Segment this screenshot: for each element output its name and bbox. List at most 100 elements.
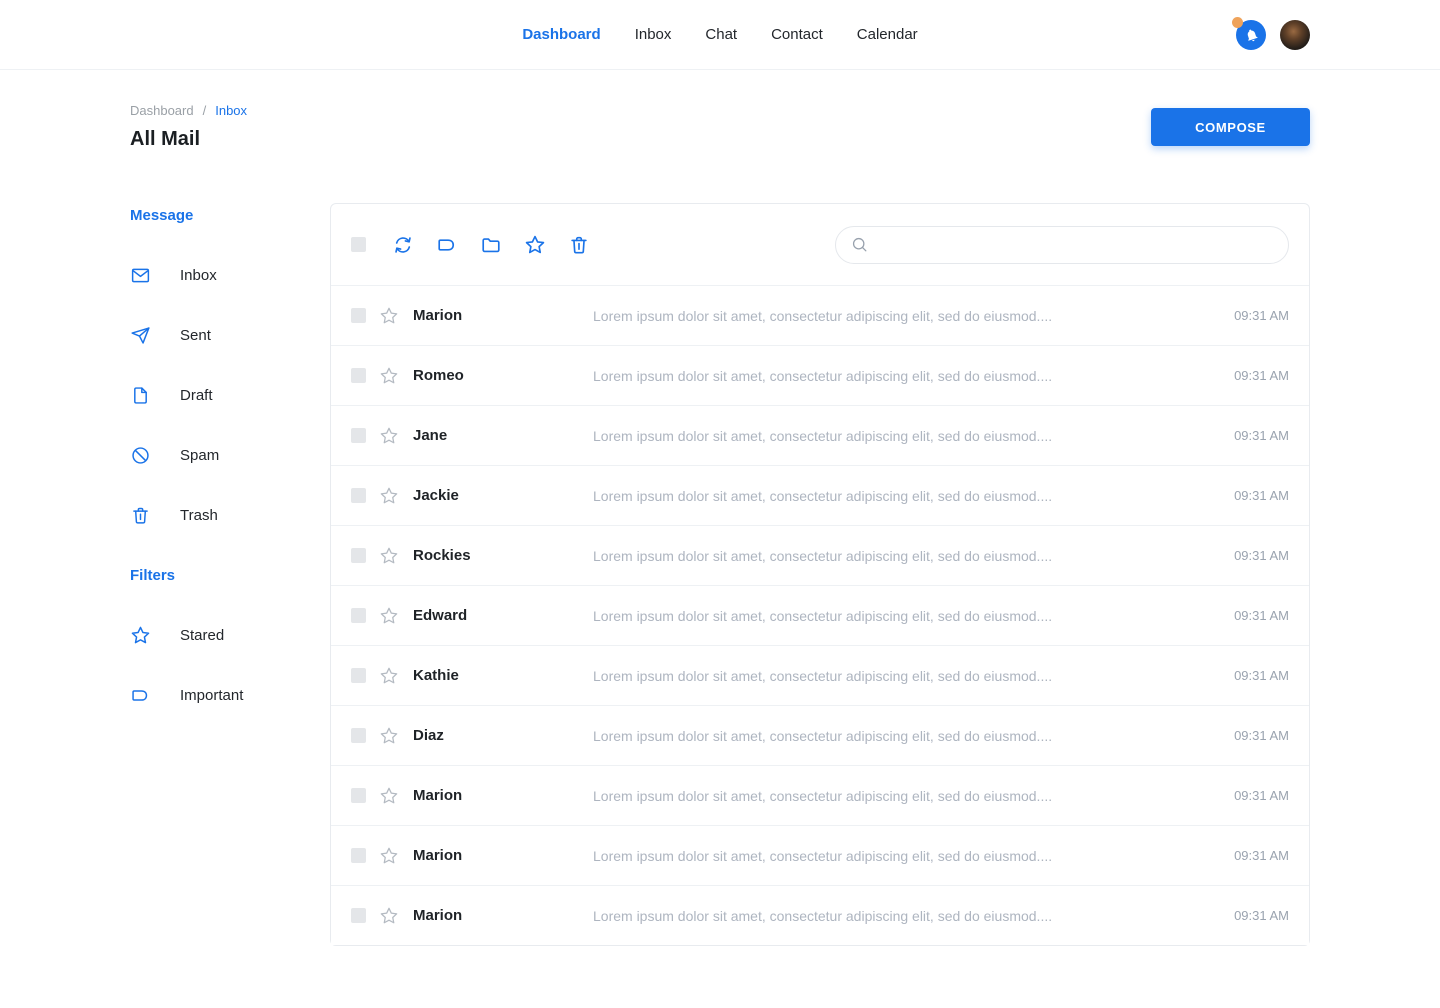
- toolbar-icons: [392, 234, 590, 256]
- message-preview: Lorem ipsum dolor sit amet, consectetur …: [593, 548, 1218, 564]
- mail-row[interactable]: Jackie Lorem ipsum dolor sit amet, conse…: [331, 465, 1309, 525]
- envelope-icon: [130, 265, 151, 286]
- mail-row[interactable]: Jane Lorem ipsum dolor sit amet, consect…: [331, 405, 1309, 465]
- sender-name: Jane: [413, 427, 593, 444]
- sender-name: Rockies: [413, 547, 593, 564]
- sidebar-item-sent[interactable]: Sent: [130, 323, 330, 347]
- message-time: 09:31 AM: [1234, 728, 1289, 743]
- sender-name: Marion: [413, 307, 593, 324]
- star-icon[interactable]: [379, 906, 399, 926]
- compose-button[interactable]: COMPOSE: [1151, 108, 1310, 146]
- nav-chat[interactable]: Chat: [705, 26, 737, 43]
- mail-row[interactable]: Romeo Lorem ipsum dolor sit amet, consec…: [331, 345, 1309, 405]
- sidebar-item-label: Inbox: [180, 267, 217, 284]
- message-preview: Lorem ipsum dolor sit amet, consectetur …: [593, 608, 1218, 624]
- trash-icon: [130, 505, 151, 526]
- star-icon[interactable]: [379, 426, 399, 446]
- sidebar: Message Inbox Sent Draft Spam: [130, 203, 330, 946]
- message-time: 09:31 AM: [1234, 848, 1289, 863]
- row-checkbox[interactable]: [351, 488, 366, 503]
- breadcrumb-dashboard[interactable]: Dashboard: [130, 103, 194, 118]
- message-preview: Lorem ipsum dolor sit amet, consectetur …: [593, 488, 1218, 504]
- row-checkbox[interactable]: [351, 668, 366, 683]
- sender-name: Romeo: [413, 367, 593, 384]
- sidebar-item-trash[interactable]: Trash: [130, 503, 330, 527]
- message-time: 09:31 AM: [1234, 428, 1289, 443]
- sender-name: Marion: [413, 907, 593, 924]
- mail-row[interactable]: Kathie Lorem ipsum dolor sit amet, conse…: [331, 645, 1309, 705]
- sidebar-section-filters: Filters: [130, 563, 330, 587]
- row-checkbox[interactable]: [351, 908, 366, 923]
- sidebar-item-spam[interactable]: Spam: [130, 443, 330, 467]
- sidebar-item-label: Important: [180, 687, 243, 704]
- message-time: 09:31 AM: [1234, 908, 1289, 923]
- label-icon: [130, 685, 151, 706]
- mail-toolbar: [331, 204, 1309, 285]
- page-head: Dashboard / Inbox All Mail COMPOSE: [130, 103, 1310, 151]
- label-icon[interactable]: [436, 234, 458, 256]
- search-icon: [850, 235, 869, 254]
- row-checkbox[interactable]: [351, 548, 366, 563]
- star-icon[interactable]: [524, 234, 546, 256]
- message-preview: Lorem ipsum dolor sit amet, consectetur …: [593, 428, 1218, 444]
- sidebar-item-label: Trash: [180, 507, 218, 524]
- message-preview: Lorem ipsum dolor sit amet, consectetur …: [593, 728, 1218, 744]
- row-checkbox[interactable]: [351, 788, 366, 803]
- sidebar-item-label: Stared: [180, 627, 224, 644]
- star-icon[interactable]: [379, 726, 399, 746]
- row-checkbox[interactable]: [351, 608, 366, 623]
- mail-row[interactable]: Rockies Lorem ipsum dolor sit amet, cons…: [331, 525, 1309, 585]
- nav-contact[interactable]: Contact: [771, 26, 823, 43]
- user-avatar[interactable]: [1280, 20, 1310, 50]
- mail-row[interactable]: Marion Lorem ipsum dolor sit amet, conse…: [331, 825, 1309, 885]
- message-time: 09:31 AM: [1234, 308, 1289, 323]
- mail-row[interactable]: Diaz Lorem ipsum dolor sit amet, consect…: [331, 705, 1309, 765]
- mail-row[interactable]: Marion Lorem ipsum dolor sit amet, conse…: [331, 885, 1309, 945]
- topbar-right: [1236, 20, 1310, 50]
- refresh-icon[interactable]: [392, 234, 414, 256]
- sidebar-item-stared[interactable]: Stared: [130, 623, 330, 647]
- mail-row[interactable]: Edward Lorem ipsum dolor sit amet, conse…: [331, 585, 1309, 645]
- message-time: 09:31 AM: [1234, 488, 1289, 503]
- sidebar-item-important[interactable]: Important: [130, 683, 330, 707]
- message-time: 09:31 AM: [1234, 608, 1289, 623]
- message-preview: Lorem ipsum dolor sit amet, consectetur …: [593, 848, 1218, 864]
- mail-row[interactable]: Marion Lorem ipsum dolor sit amet, conse…: [331, 765, 1309, 825]
- search-input[interactable]: [878, 237, 1274, 253]
- breadcrumb-separator: /: [203, 103, 207, 118]
- nav-calendar[interactable]: Calendar: [857, 26, 918, 43]
- star-icon[interactable]: [379, 546, 399, 566]
- star-icon[interactable]: [379, 606, 399, 626]
- message-preview: Lorem ipsum dolor sit amet, consectetur …: [593, 788, 1218, 804]
- star-icon[interactable]: [379, 486, 399, 506]
- message-time: 09:31 AM: [1234, 368, 1289, 383]
- trash-icon[interactable]: [568, 234, 590, 256]
- nav-dashboard[interactable]: Dashboard: [522, 26, 600, 43]
- row-checkbox[interactable]: [351, 848, 366, 863]
- folder-icon[interactable]: [480, 234, 502, 256]
- sidebar-section-message: Message: [130, 203, 330, 227]
- sidebar-item-label: Draft: [180, 387, 213, 404]
- sender-name: Marion: [413, 847, 593, 864]
- star-icon[interactable]: [379, 786, 399, 806]
- breadcrumb-inbox[interactable]: Inbox: [215, 103, 247, 118]
- page-title: All Mail: [130, 128, 247, 151]
- message-preview: Lorem ipsum dolor sit amet, consectetur …: [593, 308, 1218, 324]
- row-checkbox[interactable]: [351, 308, 366, 323]
- sidebar-item-label: Spam: [180, 447, 219, 464]
- row-checkbox[interactable]: [351, 368, 366, 383]
- row-checkbox[interactable]: [351, 728, 366, 743]
- sidebar-item-draft[interactable]: Draft: [130, 383, 330, 407]
- sidebar-item-inbox[interactable]: Inbox: [130, 263, 330, 287]
- mail-row[interactable]: Marion Lorem ipsum dolor sit amet, conse…: [331, 285, 1309, 345]
- select-all-checkbox[interactable]: [351, 237, 366, 252]
- star-icon[interactable]: [379, 846, 399, 866]
- star-icon: [130, 625, 151, 646]
- notification-bell-button[interactable]: [1236, 20, 1266, 50]
- row-checkbox[interactable]: [351, 428, 366, 443]
- star-icon[interactable]: [379, 306, 399, 326]
- star-icon[interactable]: [379, 366, 399, 386]
- nav-inbox[interactable]: Inbox: [635, 26, 672, 43]
- star-icon[interactable]: [379, 666, 399, 686]
- sender-name: Jackie: [413, 487, 593, 504]
